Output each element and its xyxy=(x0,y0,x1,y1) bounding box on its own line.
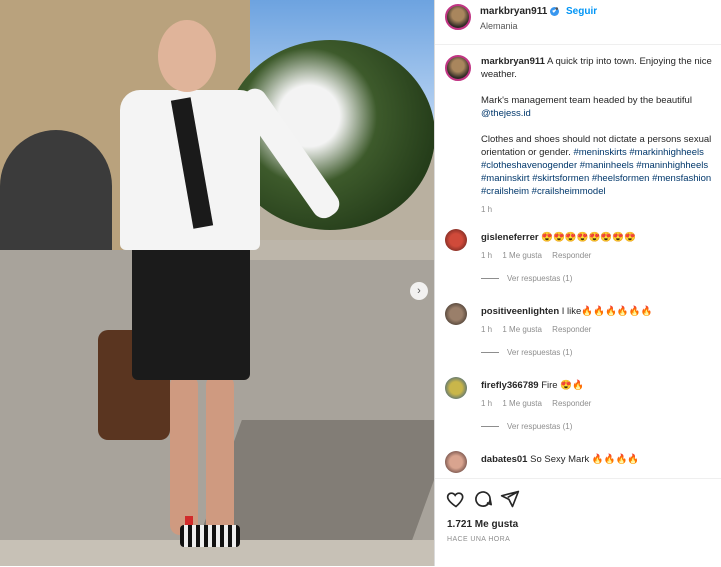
comment-username[interactable]: dabates01 xyxy=(481,454,527,465)
comment-likes-link[interactable]: 1 Me gusta xyxy=(502,251,542,260)
comment-likes-link[interactable]: 1 Me gusta xyxy=(502,399,542,408)
comment-icon[interactable] xyxy=(473,489,493,509)
author-username[interactable]: markbryan911 ✔ xyxy=(480,6,560,17)
post-side-panel: markbryan911 ✔ • Seguir Alemania markbrya… xyxy=(434,0,721,566)
post-header: markbryan911 ✔ • Seguir Alemania xyxy=(435,0,721,45)
caption-username[interactable]: markbryan911 xyxy=(481,56,545,67)
post-photo[interactable]: › xyxy=(0,0,434,566)
comment-time: 1 h xyxy=(481,399,493,408)
share-icon[interactable] xyxy=(500,489,520,509)
photo-shoe xyxy=(180,525,240,547)
photo-leg-left xyxy=(170,375,198,535)
comment-reply-button[interactable]: Responder xyxy=(552,399,591,408)
comment-reply-button[interactable]: Responder xyxy=(552,325,591,334)
comment-likes-link[interactable]: 1 Me gusta xyxy=(502,325,542,334)
view-replies-label[interactable]: Ver respuestas (1) xyxy=(507,274,572,283)
view-replies-label[interactable]: Ver respuestas (1) xyxy=(507,422,572,431)
photo-leg-right xyxy=(206,375,234,535)
heart-icon[interactable] xyxy=(446,489,466,509)
author-username-text[interactable]: markbryan911 xyxy=(480,6,547,17)
post-timestamp: HACE UNA HORA xyxy=(447,536,511,543)
caption-text: markbryan911 A quick trip into town. Enj… xyxy=(481,55,721,211)
comment-avatar[interactable] xyxy=(445,451,467,473)
comment-text: So Sexy Mark 🔥🔥🔥🔥 xyxy=(530,454,640,465)
caption-line-2: Mark's management team headed by the bea… xyxy=(481,95,692,106)
replies-line xyxy=(481,426,499,428)
post-actions: 1.721 Me gusta HACE UNA HORA xyxy=(435,478,721,567)
comment-avatar[interactable] xyxy=(445,303,467,325)
author-avatar[interactable] xyxy=(445,4,471,30)
view-replies-button[interactable]: Ver respuestas (1) xyxy=(481,422,572,431)
view-replies-label[interactable]: Ver respuestas (1) xyxy=(507,348,572,357)
header-separator: • xyxy=(555,4,559,15)
view-replies-button[interactable]: Ver respuestas (1) xyxy=(481,348,572,357)
comment-text: I like🔥🔥🔥🔥🔥🔥 xyxy=(561,306,653,317)
replies-line xyxy=(481,278,499,280)
comment-username[interactable]: gisleneferrer xyxy=(481,232,539,243)
instagram-post-modal: › markbryan911 ✔ • Seguir Alemania markbr… xyxy=(0,0,721,566)
comment-text: Fire 😍🔥 xyxy=(541,380,584,391)
follow-button[interactable]: Seguir xyxy=(566,6,597,17)
comment-reply-button[interactable]: Responder xyxy=(552,251,591,260)
replies-line xyxy=(481,352,499,354)
comment-time: 1 h xyxy=(481,325,493,334)
comment-username[interactable]: positiveenlighten xyxy=(481,306,559,317)
caption-time: 1 h xyxy=(481,205,493,214)
caption-author-avatar[interactable] xyxy=(445,55,471,81)
photo-head xyxy=(158,20,216,92)
comment-avatar[interactable] xyxy=(445,377,467,399)
comment-username[interactable]: firefly366789 xyxy=(481,380,539,391)
likes-count[interactable]: 1.721 Me gusta xyxy=(447,519,518,530)
comment-text: 😍😍😍😍😍😍😍😍 xyxy=(541,232,636,243)
comment-avatar[interactable] xyxy=(445,229,467,251)
caption-mention-link[interactable]: @thejess.id xyxy=(481,108,531,119)
view-replies-button[interactable]: Ver respuestas (1) xyxy=(481,274,572,283)
comment-time: 1 h xyxy=(481,251,493,260)
photo-person xyxy=(98,20,344,566)
carousel-next-button[interactable]: › xyxy=(410,282,428,300)
post-location[interactable]: Alemania xyxy=(480,21,518,31)
